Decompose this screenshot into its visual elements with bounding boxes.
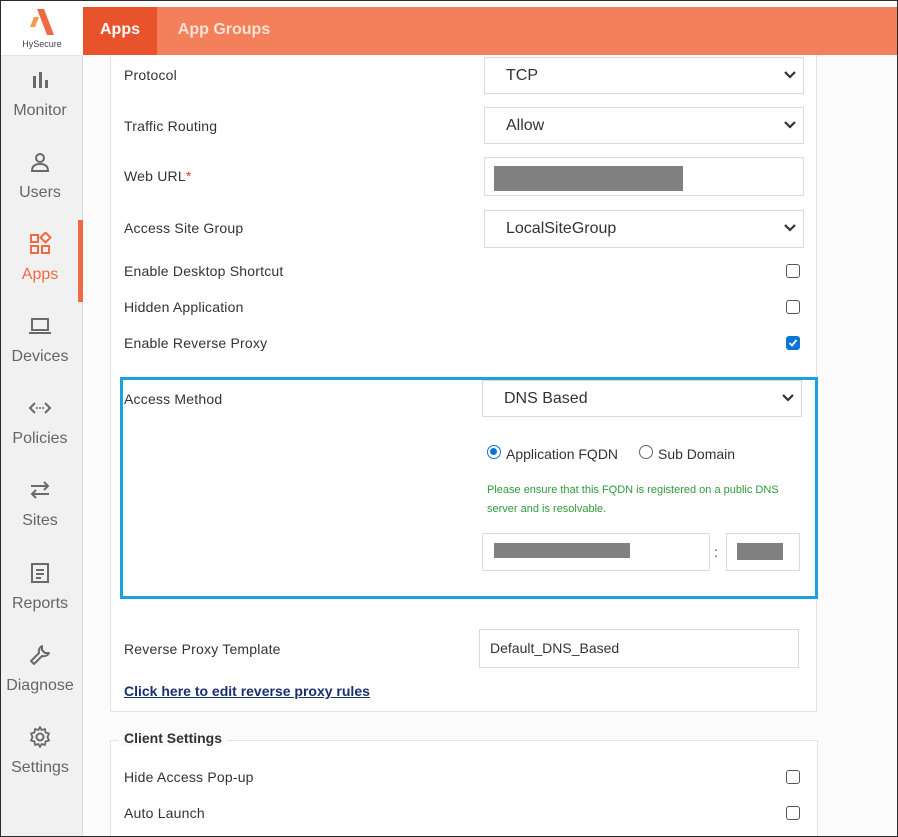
hide-access-popup-label: Hide Access Pop-up bbox=[124, 769, 254, 785]
reverse-proxy-template-value: Default_DNS_Based bbox=[490, 640, 620, 656]
sidebar-item-label: Sites bbox=[22, 512, 58, 529]
user-icon bbox=[30, 153, 50, 172]
chevron-down-icon bbox=[784, 224, 796, 232]
hide-access-popup-checkbox[interactable] bbox=[786, 770, 800, 784]
wrench-icon bbox=[30, 645, 50, 665]
client-settings-title: Client Settings bbox=[118, 730, 229, 746]
required-mark: * bbox=[185, 168, 192, 184]
web-url-label-text: Web URL bbox=[124, 168, 186, 184]
swap-arrows-icon bbox=[30, 481, 50, 499]
sidebar-item-label: Policies bbox=[12, 430, 68, 447]
sidebar-item-policies[interactable]: Policies bbox=[1, 384, 79, 466]
sidebar-item-label: Diagnose bbox=[6, 677, 74, 694]
fqdn-hint-text: Please ensure that this FQDN is register… bbox=[487, 484, 779, 515]
redacted-value bbox=[737, 543, 783, 560]
sidebar-item-label: Users bbox=[19, 184, 61, 201]
chevron-down-icon bbox=[784, 71, 796, 79]
access-method-select[interactable]: DNS Based bbox=[482, 380, 802, 417]
port-input[interactable] bbox=[726, 533, 800, 571]
access-site-group-value: LocalSiteGroup bbox=[506, 220, 617, 237]
application-fqdn-label: Application FQDN bbox=[506, 446, 619, 462]
access-site-group-select[interactable]: LocalSiteGroup bbox=[484, 210, 804, 248]
brand-logo[interactable]: HySecure bbox=[1, 1, 83, 56]
reverse-proxy-template-input[interactable]: Default_DNS_Based bbox=[479, 629, 799, 668]
sidebar-item-label: Reports bbox=[11, 595, 69, 612]
sidebar: HySecure Monitor Users Apps Devices Poli… bbox=[1, 1, 83, 836]
top-navigation: Apps App Groups bbox=[83, 7, 897, 55]
enable-desktop-shortcut-label: Enable Desktop Shortcut bbox=[124, 263, 284, 279]
hidden-application-label: Hidden Application bbox=[124, 299, 244, 315]
hidden-application-checkbox[interactable] bbox=[786, 300, 800, 314]
traffic-routing-value: Allow bbox=[506, 117, 545, 134]
sidebar-item-sites[interactable]: Sites bbox=[1, 466, 79, 548]
chevron-down-icon bbox=[784, 121, 796, 129]
redacted-value bbox=[494, 543, 630, 558]
auto-launch-checkbox[interactable] bbox=[786, 806, 800, 820]
hysecure-logo-icon bbox=[30, 9, 54, 35]
traffic-routing-label: Traffic Routing bbox=[124, 118, 218, 134]
checkmark-icon bbox=[788, 339, 798, 347]
client-settings-section bbox=[110, 740, 818, 836]
enable-reverse-proxy-label: Enable Reverse Proxy bbox=[124, 335, 268, 351]
protocol-label: Protocol bbox=[124, 67, 177, 83]
laptop-icon bbox=[29, 318, 51, 334]
app-window: HySecure Monitor Users Apps Devices Poli… bbox=[0, 0, 898, 837]
access-site-group-label: Access Site Group bbox=[124, 220, 244, 236]
access-method-label: Access Method bbox=[124, 391, 223, 407]
redacted-value bbox=[494, 166, 683, 191]
enable-desktop-shortcut-checkbox[interactable] bbox=[786, 264, 800, 278]
port-separator: : bbox=[714, 544, 718, 560]
application-fqdn-radio[interactable] bbox=[487, 445, 501, 459]
web-url-input[interactable] bbox=[484, 157, 804, 196]
fqdn-input[interactable] bbox=[482, 533, 710, 571]
sidebar-item-label: Settings bbox=[11, 759, 69, 776]
auto-launch-label: Auto Launch bbox=[124, 805, 205, 821]
sidebar-item-users[interactable]: Users bbox=[1, 138, 79, 220]
sidebar-item-monitor[interactable]: Monitor bbox=[1, 56, 79, 138]
chevron-down-icon bbox=[782, 394, 794, 402]
sidebar-item-diagnose[interactable]: Diagnose bbox=[1, 631, 79, 713]
traffic-routing-select[interactable]: Allow bbox=[484, 107, 804, 144]
enable-reverse-proxy-checkbox[interactable] bbox=[786, 336, 800, 350]
access-method-value: DNS Based bbox=[504, 390, 588, 407]
web-url-label: Web URL* bbox=[124, 168, 192, 184]
apps-grid-icon bbox=[30, 232, 52, 254]
report-icon bbox=[31, 563, 49, 583]
edit-reverse-proxy-rules-link[interactable]: Click here to edit reverse proxy rules bbox=[124, 683, 370, 699]
code-arrows-icon bbox=[28, 402, 52, 414]
sub-domain-label: Sub Domain bbox=[658, 446, 736, 462]
sub-domain-radio[interactable] bbox=[639, 445, 653, 459]
sidebar-item-label: Devices bbox=[11, 348, 69, 365]
tab-app-groups[interactable]: App Groups bbox=[167, 7, 281, 55]
bar-chart-icon bbox=[33, 72, 48, 88]
protocol-value: TCP bbox=[506, 67, 538, 84]
sidebar-item-settings[interactable]: Settings bbox=[1, 713, 79, 795]
brand-name: HySecure bbox=[22, 39, 62, 49]
sidebar-item-reports[interactable]: Reports bbox=[1, 549, 79, 631]
protocol-select[interactable]: TCP bbox=[484, 57, 804, 94]
sidebar-item-label: Monitor bbox=[13, 102, 67, 119]
reverse-proxy-template-label: Reverse Proxy Template bbox=[124, 641, 281, 657]
tab-apps[interactable]: Apps bbox=[83, 7, 157, 55]
sidebar-item-devices[interactable]: Devices bbox=[1, 302, 79, 384]
sidebar-item-apps[interactable]: Apps bbox=[1, 220, 79, 302]
gear-icon bbox=[30, 726, 50, 748]
sidebar-item-label: Apps bbox=[21, 266, 59, 283]
